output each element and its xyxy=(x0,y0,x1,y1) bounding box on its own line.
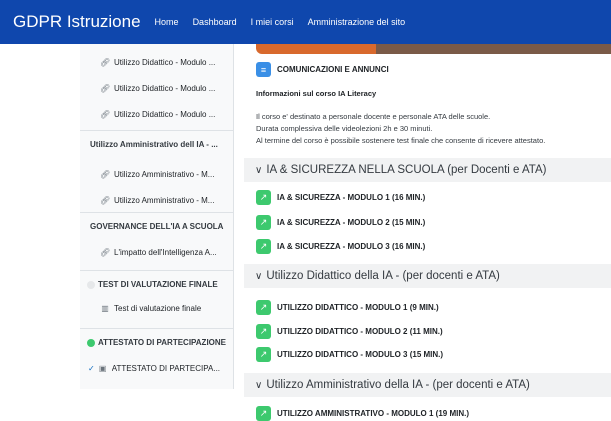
link-icon: ↗ xyxy=(256,300,271,315)
index-item-label: L'impatto dell'Intelligenza A... xyxy=(114,247,217,257)
forum-icon: ≡ xyxy=(256,62,271,77)
info-title: Informazioni sul corso IA Literacy xyxy=(256,89,377,98)
course-banner-image xyxy=(256,44,611,54)
site-brand[interactable]: GDPR Istruzione xyxy=(13,12,141,32)
index-item-label: Utilizzo Amministrativo - M... xyxy=(114,169,215,179)
info-line: Durata complessiva delle videolezioni 2h… xyxy=(256,124,433,133)
link-icon: ↗ xyxy=(256,324,271,339)
section-title: Utilizzo Didattico della IA - (per docen… xyxy=(266,270,500,282)
completion-dot xyxy=(87,338,95,347)
activity-label: UTILIZZO DIDATTICO - MODULO 2 (11 MIN.) xyxy=(277,327,443,336)
index-item[interactable]: 🔗︎ Utilizzo Amministrativo - M... xyxy=(80,188,233,212)
link-icon: ↗ xyxy=(256,215,271,230)
activity-label: UTILIZZO DIDATTICO - MODULO 3 (15 MIN.) xyxy=(277,350,444,359)
nav-my-courses[interactable]: I miei corsi xyxy=(251,17,294,27)
nav-site-admin[interactable]: Amministrazione del sito xyxy=(308,17,406,27)
activity-label: IA & SICUREZZA - MODULO 2 (15 MIN.) xyxy=(277,218,426,227)
activity-link[interactable]: ↗ IA & SICUREZZA - MODULO 3 (16 MIN.) xyxy=(256,239,425,254)
link-icon: ↗ xyxy=(256,190,271,205)
link-icon: 🔗︎ xyxy=(100,83,111,93)
index-item-label: Test di valutazione finale xyxy=(114,303,202,313)
link-icon: 🔗︎ xyxy=(100,57,111,67)
chevron-down-icon: ∨ xyxy=(255,379,263,391)
index-section-label: ATTESTATO DI PARTECIPAZIONE xyxy=(98,338,226,347)
activity-link[interactable]: ↗ UTILIZZO DIDATTICO - MODULO 2 (11 MIN.… xyxy=(256,324,443,339)
activity-link[interactable]: ↗ IA & SICUREZZA - MODULO 1 (16 MIN.) xyxy=(256,190,425,205)
info-line: Al termine del corso è possibile sostene… xyxy=(256,136,546,145)
quiz-icon: ▥ xyxy=(101,303,109,313)
index-item-label: Utilizzo Didattico - Modulo ... xyxy=(114,109,216,119)
activity-label: COMUNICAZIONI E ANNUNCI xyxy=(277,65,389,74)
index-item[interactable]: 🔗︎ L'impatto dell'Intelligenza A... xyxy=(80,240,233,264)
index-section-amministrativo[interactable]: Utilizzo Amministrativo dell IA - ... xyxy=(80,130,233,158)
index-item[interactable]: ✓ ▣ ATTESTATO DI PARTECIPA... xyxy=(80,356,233,380)
section-title: Utilizzo Amministrativo della IA - (per … xyxy=(266,379,530,391)
chevron-down-icon: ∨ xyxy=(255,270,263,282)
link-icon: 🔗︎ xyxy=(100,169,111,179)
chevron-down-icon: ∨ xyxy=(255,164,263,176)
link-icon: ↗ xyxy=(256,406,271,421)
index-item[interactable]: 🔗︎ Utilizzo Amministrativo - M... xyxy=(80,162,233,186)
index-section-label: Utilizzo Amministrativo dell IA - ... xyxy=(90,140,218,149)
activity-label: UTILIZZO DIDATTICO - MODULO 1 (9 MIN.) xyxy=(277,303,439,312)
link-icon: 🔗︎ xyxy=(100,109,111,119)
info-line: Il corso e' destinato a personale docent… xyxy=(256,112,491,121)
link-icon: 🔗︎ xyxy=(100,195,111,205)
activity-label: UTILIZZO AMMINISTRATIVO - MODULO 1 (19 M… xyxy=(277,409,469,418)
activity-link[interactable]: ↗ UTILIZZO DIDATTICO - MODULO 3 (15 MIN.… xyxy=(256,347,443,362)
index-item[interactable]: 🔗︎ Utilizzo Didattico - Modulo ... xyxy=(80,76,233,100)
index-item[interactable]: 🔗︎ Utilizzo Didattico - Modulo ... xyxy=(80,50,233,74)
announcements-activity[interactable]: ≡ COMUNICAZIONI E ANNUNCI xyxy=(256,62,389,77)
index-item-label: Utilizzo Didattico - Modulo ... xyxy=(114,57,216,67)
top-navbar: GDPR Istruzione Home Dashboard I miei co… xyxy=(0,0,611,44)
completion-dot xyxy=(87,280,95,289)
link-icon: 🔗︎ xyxy=(100,247,111,257)
activity-link[interactable]: ↗ UTILIZZO DIDATTICO - MODULO 1 (9 MIN.) xyxy=(256,300,439,315)
section-header[interactable]: ∨ Utilizzo Didattico della IA - (per doc… xyxy=(244,264,611,288)
section-header[interactable]: ∨ Utilizzo Amministrativo della IA - (pe… xyxy=(244,373,611,397)
nav-dashboard[interactable]: Dashboard xyxy=(193,17,237,27)
index-section-governance[interactable]: GOVERNANCE DELL'IA A SCUOLA xyxy=(80,212,233,240)
section-title: IA & SICUREZZA NELLA SCUOLA (per Docenti… xyxy=(266,164,547,176)
activity-label: IA & SICUREZZA - MODULO 1 (16 MIN.) xyxy=(277,193,426,202)
index-item[interactable]: ▥ Test di valutazione finale xyxy=(80,296,233,320)
nav-home[interactable]: Home xyxy=(155,17,179,27)
index-item-label: Utilizzo Didattico - Modulo ... xyxy=(114,83,216,93)
course-index: 🔗︎ Utilizzo Didattico - Modulo ... 🔗︎ Ut… xyxy=(80,44,234,389)
index-section-label: TEST DI VALUTAZIONE FINALE xyxy=(98,280,218,289)
index-item-label: ATTESTATO DI PARTECIPA... xyxy=(111,363,221,373)
index-item-label: Utilizzo Amministrativo - M... xyxy=(114,195,215,205)
activity-link[interactable]: ↗ UTILIZZO AMMINISTRATIVO - MODULO 1 (19… xyxy=(256,406,469,421)
link-icon: ↗ xyxy=(256,347,271,362)
course-content: ≡ COMUNICAZIONI E ANNUNCI Informazioni s… xyxy=(244,44,611,421)
index-item[interactable]: 🔗︎ Utilizzo Didattico - Modulo ... xyxy=(80,102,233,126)
index-section-test[interactable]: TEST DI VALUTAZIONE FINALE xyxy=(80,270,233,298)
certificate-icon: ▣ xyxy=(98,363,107,373)
index-section-label: GOVERNANCE DELL'IA A SCUOLA xyxy=(90,222,224,231)
activity-link[interactable]: ↗ IA & SICUREZZA - MODULO 2 (15 MIN.) xyxy=(256,215,425,230)
section-header[interactable]: ∨ IA & SICUREZZA NELLA SCUOLA (per Docen… xyxy=(244,158,611,182)
index-section-attestato[interactable]: ATTESTATO DI PARTECIPAZIONE xyxy=(80,328,233,356)
checkmark-icon: ✓ xyxy=(88,363,95,373)
link-icon: ↗ xyxy=(256,239,271,254)
activity-label: IA & SICUREZZA - MODULO 3 (16 MIN.) xyxy=(277,242,426,251)
